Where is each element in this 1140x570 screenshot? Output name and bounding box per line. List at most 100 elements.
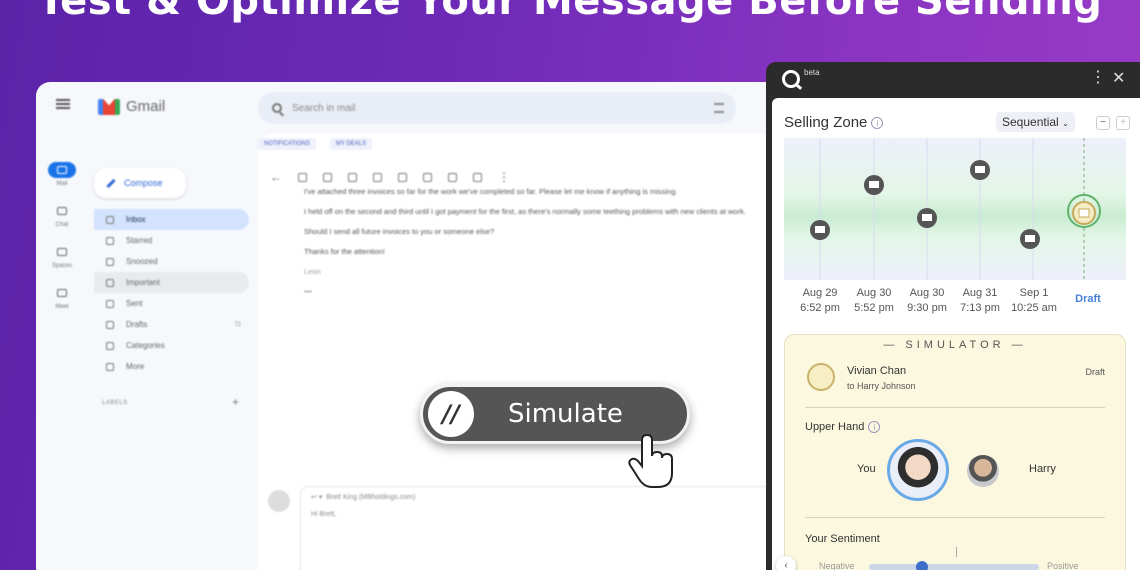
search-icon	[272, 103, 282, 113]
search-input[interactable]: Search in mail	[258, 92, 736, 124]
timeline-label: Aug 30 5:52 pm	[844, 286, 904, 316]
nav-item-drafts[interactable]: Drafts 72	[94, 314, 249, 335]
move-to-icon[interactable]	[448, 172, 457, 182]
simulate-label: Simulate	[508, 399, 623, 429]
timeline-svg	[810, 138, 1101, 280]
meet-icon	[48, 285, 76, 301]
email-point[interactable]	[864, 175, 884, 195]
search-placeholder: Search in mail	[292, 102, 356, 114]
compose-label: Compose	[124, 178, 163, 188]
beta-badge: beta	[804, 68, 820, 77]
nav-item-important[interactable]: Important	[94, 272, 249, 293]
add-task-icon[interactable]	[423, 172, 432, 182]
info-icon[interactable]: i	[871, 117, 884, 130]
sentiment-label: Your Sentiment	[805, 533, 880, 545]
reply-icon[interactable]: ↩ ▾	[311, 494, 322, 501]
archive-icon[interactable]	[298, 172, 307, 182]
timeline-label: Aug 29 6:52 pm	[790, 286, 850, 316]
gmail-app-name: Gmail	[126, 98, 166, 115]
reply-area: ↩ ▾ Brett King (MBholdings.com) Hi Brett…	[262, 486, 816, 570]
gmail-logo[interactable]: Gmail	[98, 98, 165, 115]
timeline-date: Aug 30	[909, 287, 945, 299]
email-point[interactable]	[970, 160, 990, 180]
labels-heading: LABELS	[102, 400, 128, 406]
sentiment-knob[interactable]	[916, 561, 929, 570]
star-icon	[106, 236, 114, 245]
rail-label: Meet	[55, 304, 69, 310]
sentiment-slider[interactable]	[869, 561, 1039, 570]
selling-zone-chart	[784, 138, 1126, 280]
page-headline: Test & Optimize Your Message Before Send…	[37, 0, 1103, 24]
delete-icon[interactable]	[348, 172, 357, 182]
chevron-down-icon: ⌄	[1062, 119, 1069, 128]
message-body: I've attached three invoices so far for …	[304, 186, 784, 306]
label-as-icon[interactable]	[473, 172, 482, 182]
label-icon	[106, 341, 114, 350]
rail-item-mail[interactable]: Mail	[36, 162, 88, 187]
close-icon[interactable]: ✕	[1112, 68, 1125, 88]
drafts-count: 72	[234, 321, 241, 328]
timeline-time: 6:52 pm	[800, 302, 840, 314]
timeline-label: Aug 31 7:13 pm	[950, 286, 1010, 316]
selling-zone-label: Selling Zone	[784, 114, 868, 131]
timeline-date: Aug 29	[802, 287, 838, 299]
message-line: Should I send all future invoices to you…	[304, 227, 495, 236]
reply-recipient: Brett King (MBholdings.com)	[326, 494, 416, 501]
snooze-icon[interactable]	[398, 172, 407, 182]
more-options-icon[interactable]: ⋮	[1090, 70, 1106, 86]
nav-item-starred[interactable]: Starred	[94, 230, 249, 251]
nav-label: Sent	[126, 299, 143, 308]
nav-label: Inbox	[126, 215, 146, 224]
menu-icon[interactable]	[56, 99, 70, 109]
search-options-icon[interactable]	[714, 103, 724, 113]
rail-item-spaces[interactable]: Spaces	[36, 244, 88, 269]
zoom-in-button[interactable]: +	[1116, 116, 1130, 130]
report-icon[interactable]	[323, 172, 332, 182]
nav-item-snoozed[interactable]: Snoozed	[94, 251, 249, 272]
inbox-icon	[106, 215, 114, 224]
chip-my-deals[interactable]: MY DEALS	[329, 138, 373, 150]
avatar	[268, 490, 290, 512]
negative-label: Negative	[819, 561, 855, 570]
status-badge: Draft	[1085, 367, 1105, 377]
panel-content: Selling Zone i Sequential ⌄ − + Aug 29 6…	[772, 98, 1140, 570]
timeline-label: Aug 30 9:30 pm	[897, 286, 957, 316]
nav-item-inbox[interactable]: Inbox	[94, 209, 249, 230]
rail-item-chat[interactable]: Chat	[36, 203, 88, 228]
nav-item-categories[interactable]: Categories	[94, 335, 249, 356]
back-arrow-icon[interactable]: ←	[270, 170, 282, 184]
clock-icon	[106, 257, 114, 266]
nav-label: Categories	[126, 341, 165, 350]
nav-label: Snoozed	[126, 257, 158, 266]
simulator-heading: — SIMULATOR —	[883, 339, 1027, 351]
more-icon[interactable]: ⋮	[498, 170, 510, 184]
rail-item-meet[interactable]: Meet	[36, 285, 88, 310]
nav-item-sent[interactable]: Sent	[94, 293, 249, 314]
app-rail: Mail Chat Spaces Meet	[36, 162, 88, 326]
mark-unread-icon[interactable]	[373, 172, 382, 182]
avatar	[967, 455, 999, 487]
chip-notifications[interactable]: NOTIFICATIONS	[258, 138, 316, 150]
email-point[interactable]	[1020, 229, 1040, 249]
mode-dropdown[interactable]: Sequential ⌄	[996, 112, 1075, 132]
nav-label: Important	[126, 278, 160, 287]
scroll-left-button[interactable]: ‹	[776, 556, 796, 570]
nav-item-more[interactable]: More	[94, 356, 249, 377]
timeline-date: Aug 31	[962, 287, 998, 299]
zoom-out-button[interactable]: −	[1096, 116, 1110, 130]
message-line: I've attached three invoices so far for …	[304, 187, 678, 196]
trimmed-content-icon[interactable]: •••	[304, 286, 784, 297]
info-icon[interactable]: i	[868, 421, 881, 434]
sentiment-midpoint	[956, 547, 957, 557]
add-label-icon[interactable]: +	[232, 395, 239, 409]
reply-greeting: Hi Brett,	[311, 511, 337, 518]
nav-label: Starred	[126, 236, 153, 245]
email-point[interactable]	[810, 220, 830, 240]
you-label: You	[857, 463, 876, 475]
email-point[interactable]	[917, 208, 937, 228]
reply-box[interactable]: ↩ ▾ Brett King (MBholdings.com) Hi Brett…	[300, 486, 816, 570]
timeline-time: 5:52 pm	[854, 302, 894, 314]
simulate-logo-icon: //	[428, 391, 474, 437]
compose-button[interactable]: Compose	[94, 168, 186, 198]
draft-avatar-icon	[807, 363, 835, 391]
